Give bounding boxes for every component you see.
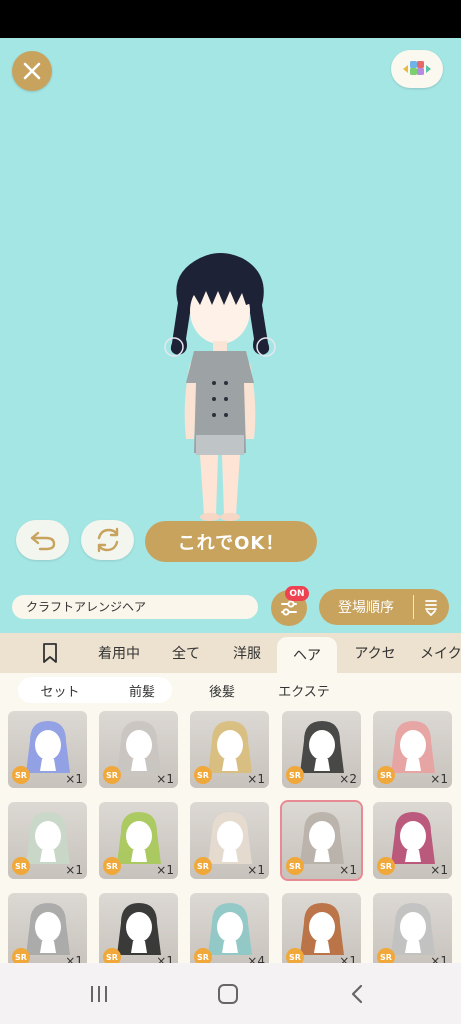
item-count: ×4: [247, 954, 265, 963]
rarity-badge: SR: [286, 857, 304, 875]
back-icon: [351, 984, 363, 1004]
system-nav-bar: [0, 963, 461, 1024]
hair-item-card[interactable]: SR ×1: [190, 711, 269, 788]
hair-subtabs: セット 前髪 後髪 エクステ: [0, 673, 461, 707]
rarity-badge: SR: [103, 948, 121, 963]
rarity-badge: SR: [12, 766, 30, 784]
tab-bookmark[interactable]: [30, 633, 70, 673]
tab-accessories[interactable]: アクセ: [345, 633, 405, 673]
rarity-badge: SR: [194, 948, 212, 963]
rarity-badge: SR: [377, 948, 395, 963]
item-count: ×1: [65, 954, 83, 963]
back-button[interactable]: [342, 981, 372, 1007]
home-icon: [218, 984, 238, 1004]
hair-item-card[interactable]: SR ×1: [373, 802, 452, 879]
sort-direction-icon[interactable]: [419, 595, 443, 619]
category-tabs: 着用中 全て 洋服 ヘア アクセ メイク: [0, 633, 461, 673]
rarity-badge: SR: [194, 766, 212, 784]
hair-item-card[interactable]: SR ×1: [280, 800, 363, 881]
avatar-character: [150, 243, 290, 523]
close-icon: [23, 62, 41, 80]
item-toolbar: クラフトアレンジヘア ON 登場順序: [0, 578, 461, 633]
rarity-badge: SR: [286, 948, 304, 963]
tab-wearing[interactable]: 着用中: [86, 633, 152, 673]
home-button[interactable]: [213, 981, 243, 1007]
tab-makeup[interactable]: メイク: [420, 633, 461, 673]
item-count: ×1: [430, 772, 448, 786]
recent-apps-button[interactable]: [84, 981, 114, 1007]
item-grid: SR ×1 SR ×1 SR ×1 SR ×2 SR ×1 SR ×1 SR ×1 SR ×1 SR ×1 SR ×1…: [0, 707, 461, 963]
item-count: ×2: [339, 772, 357, 786]
subtab-back-hair[interactable]: 後髪: [184, 677, 260, 703]
sliders-icon: [281, 600, 297, 616]
subtab-set[interactable]: セット: [22, 677, 98, 703]
hair-item-card[interactable]: SR ×2: [282, 711, 361, 788]
hair-item-card[interactable]: SR ×1: [373, 893, 452, 963]
item-count: ×1: [65, 772, 83, 786]
hair-item-card[interactable]: SR ×1: [8, 893, 87, 963]
rarity-badge: SR: [194, 857, 212, 875]
tab-clothes[interactable]: 洋服: [222, 633, 272, 673]
subtab-extensions[interactable]: エクステ: [262, 677, 346, 703]
confirm-ok-button[interactable]: これでOK！: [145, 521, 317, 562]
rarity-badge: SR: [12, 948, 30, 963]
hair-item-card[interactable]: SR ×1: [99, 802, 178, 879]
reset-button[interactable]: [81, 520, 134, 560]
item-count: ×1: [247, 863, 265, 877]
status-bar: [0, 0, 461, 38]
subtab-front-hair[interactable]: 前髪: [104, 677, 180, 703]
item-count: ×1: [430, 954, 448, 963]
undo-button[interactable]: [16, 520, 69, 560]
tab-hair[interactable]: ヘア: [277, 637, 337, 673]
item-count: ×1: [156, 772, 174, 786]
rarity-badge: SR: [103, 766, 121, 784]
hair-item-card[interactable]: SR ×1: [99, 711, 178, 788]
item-count: ×1: [156, 954, 174, 963]
bookmark-icon: [43, 643, 57, 663]
undo-icon: [30, 531, 55, 551]
item-count: ×1: [430, 863, 448, 877]
hair-item-card[interactable]: SR ×1: [99, 893, 178, 963]
rarity-badge: SR: [12, 857, 30, 875]
filter-on-badge: ON: [285, 586, 309, 601]
refresh-icon: [97, 527, 118, 553]
rarity-badge: SR: [377, 766, 395, 784]
rarity-badge: SR: [103, 857, 121, 875]
tab-all[interactable]: 全て: [162, 633, 210, 673]
item-name-label: クラフトアレンジヘア: [12, 595, 258, 619]
hair-item-card[interactable]: SR ×1: [8, 802, 87, 879]
sort-order-button[interactable]: 登場順序: [319, 589, 449, 625]
item-count: ×1: [339, 863, 357, 877]
hair-item-card[interactable]: SR ×1: [8, 711, 87, 788]
hair-item-card[interactable]: SR ×1: [190, 802, 269, 879]
grid-colors-icon: [403, 61, 431, 75]
hair-item-card[interactable]: SR ×4: [190, 893, 269, 963]
hair-item-card[interactable]: SR ×1: [282, 893, 361, 963]
sort-divider: [413, 595, 414, 619]
layout-menu-button[interactable]: [391, 50, 443, 88]
item-count: ×1: [339, 954, 357, 963]
rarity-badge: SR: [286, 766, 304, 784]
hair-item-card[interactable]: SR ×1: [373, 711, 452, 788]
item-count: ×1: [65, 863, 83, 877]
item-count: ×1: [247, 772, 265, 786]
close-button[interactable]: [12, 51, 52, 91]
recent-apps-icon: [91, 986, 107, 1002]
avatar-stage: これでOK！: [0, 38, 461, 578]
rarity-badge: SR: [377, 857, 395, 875]
item-count: ×1: [156, 863, 174, 877]
sort-label: 登場順序: [338, 600, 394, 616]
